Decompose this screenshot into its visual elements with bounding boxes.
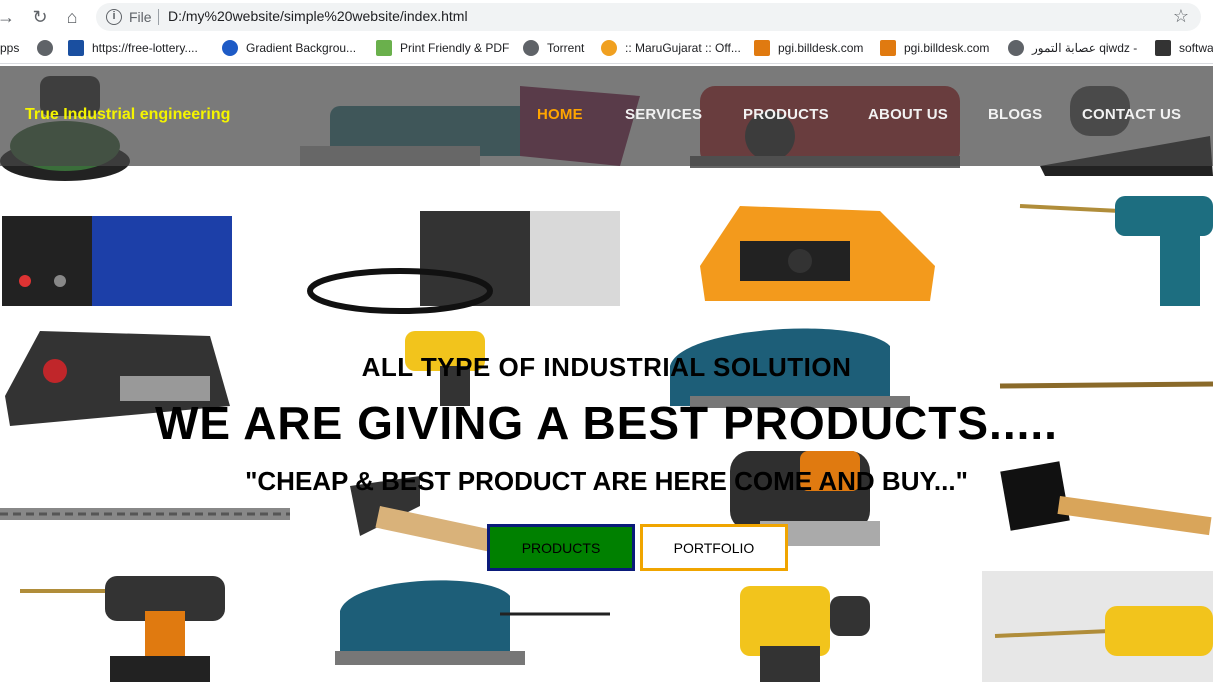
- hero-title: WE ARE GIVING A BEST PRODUCTS.....: [155, 397, 1058, 449]
- bookmarks-bar: pps https://free-lottery.... Gradient Ba…: [0, 34, 1213, 64]
- bookmark-label: https://free-lottery....: [92, 41, 198, 55]
- bookmark-marugujarat[interactable]: :: MaruGujarat :: Off...: [601, 40, 741, 58]
- welder-gray-image: [307, 211, 620, 314]
- yellow-drill-right-image: [982, 571, 1213, 682]
- globe-icon: [1008, 40, 1024, 56]
- address-bar[interactable]: i File D:/my%20website/simple%20website/…: [96, 3, 1201, 31]
- site-logo[interactable]: True Industrial engineering: [25, 106, 230, 124]
- info-icon[interactable]: i: [106, 9, 122, 25]
- bookmark-label: Torrent: [547, 41, 585, 55]
- bookmark-label: pgi.billdesk.com: [778, 41, 864, 55]
- yellow-router-image: [740, 586, 870, 682]
- forward-icon[interactable]: →: [0, 7, 16, 27]
- jigsaw-bottom-image: [335, 580, 610, 665]
- nav-services[interactable]: SERVICES: [625, 106, 702, 123]
- printer-icon: [376, 40, 392, 56]
- bookmark-software[interactable]: softwa: [1155, 40, 1213, 58]
- marugujarat-icon: [601, 40, 617, 56]
- hero-subtitle: ALL TYPE OF INDUSTRIAL SOLUTION: [361, 352, 852, 382]
- bookmark-label: softwa: [1179, 41, 1213, 55]
- bookmark-gradient[interactable]: Gradient Backgrou...: [222, 40, 356, 58]
- orange-drill-image: [20, 576, 225, 682]
- bookmark-billdesk-2[interactable]: pgi.billdesk.com: [880, 40, 989, 58]
- bookmark-torrent[interactable]: Torrent: [523, 40, 584, 58]
- bookmark-label: pgi.billdesk.com: [904, 41, 990, 55]
- bookmark-apps[interactable]: pps: [0, 40, 19, 58]
- bookmark-label: Gradient Backgrou...: [246, 41, 357, 55]
- nav-contact-us[interactable]: CONTACT US: [1082, 106, 1181, 123]
- nav-products[interactable]: PRODUCTS: [743, 106, 829, 123]
- bookmark-print-friendly[interactable]: Print Friendly & PDF: [376, 40, 509, 58]
- reload-icon[interactable]: ↻: [30, 7, 50, 27]
- file-label: File: [129, 9, 152, 25]
- hero-tagline: "CHEAP & BEST PRODUCT ARE HERE COME AND …: [245, 466, 968, 496]
- drill-bit-right-image: [999, 381, 1213, 389]
- bookmark-label: pps: [0, 41, 20, 55]
- bookmark-label: Print Friendly & PDF: [400, 41, 510, 55]
- nav-blogs[interactable]: BLOGS: [988, 106, 1042, 123]
- products-button[interactable]: PRODUCTS: [487, 524, 635, 571]
- url-text[interactable]: D:/my%20website/simple%20website/index.h…: [168, 8, 468, 24]
- globe-icon: [37, 40, 53, 56]
- separator: [158, 9, 159, 25]
- billdesk-icon: [754, 40, 770, 56]
- site-header: True Industrial engineering HOME SERVICE…: [0, 66, 1213, 166]
- home-icon[interactable]: ⌂: [62, 7, 82, 27]
- nav-home[interactable]: HOME: [537, 106, 583, 123]
- bookmark-billdesk-1[interactable]: pgi.billdesk.com: [754, 40, 863, 58]
- bookmark-globe[interactable]: [37, 40, 61, 58]
- nav-about-us[interactable]: ABOUT US: [868, 106, 948, 123]
- billdesk-icon: [880, 40, 896, 56]
- gradient-icon: [222, 40, 238, 56]
- portfolio-button[interactable]: PORTFOLIO: [640, 524, 788, 571]
- lottery-icon: [68, 40, 84, 56]
- drill-blue-right-image: [1019, 196, 1213, 306]
- bookmark-qiwdz[interactable]: عصابة التمور qiwdz -: [1008, 40, 1137, 58]
- bookmark-label: عصابة التمور qiwdz -: [1032, 41, 1138, 55]
- bookmark-label: :: MaruGujarat :: Off...: [625, 41, 741, 55]
- software-icon: [1155, 40, 1171, 56]
- web-page: True Industrial engineering HOME SERVICE…: [0, 66, 1213, 682]
- welder-blue-image: [2, 216, 232, 306]
- browser-toolbar: → ↻ ⌂ i File D:/my%20website/simple%20we…: [0, 0, 1213, 34]
- globe-icon: [523, 40, 539, 56]
- orange-planer-image: [700, 206, 935, 301]
- bookmark-free-lottery[interactable]: https://free-lottery....: [68, 40, 198, 58]
- bookmark-star-icon[interactable]: ☆: [1173, 6, 1189, 27]
